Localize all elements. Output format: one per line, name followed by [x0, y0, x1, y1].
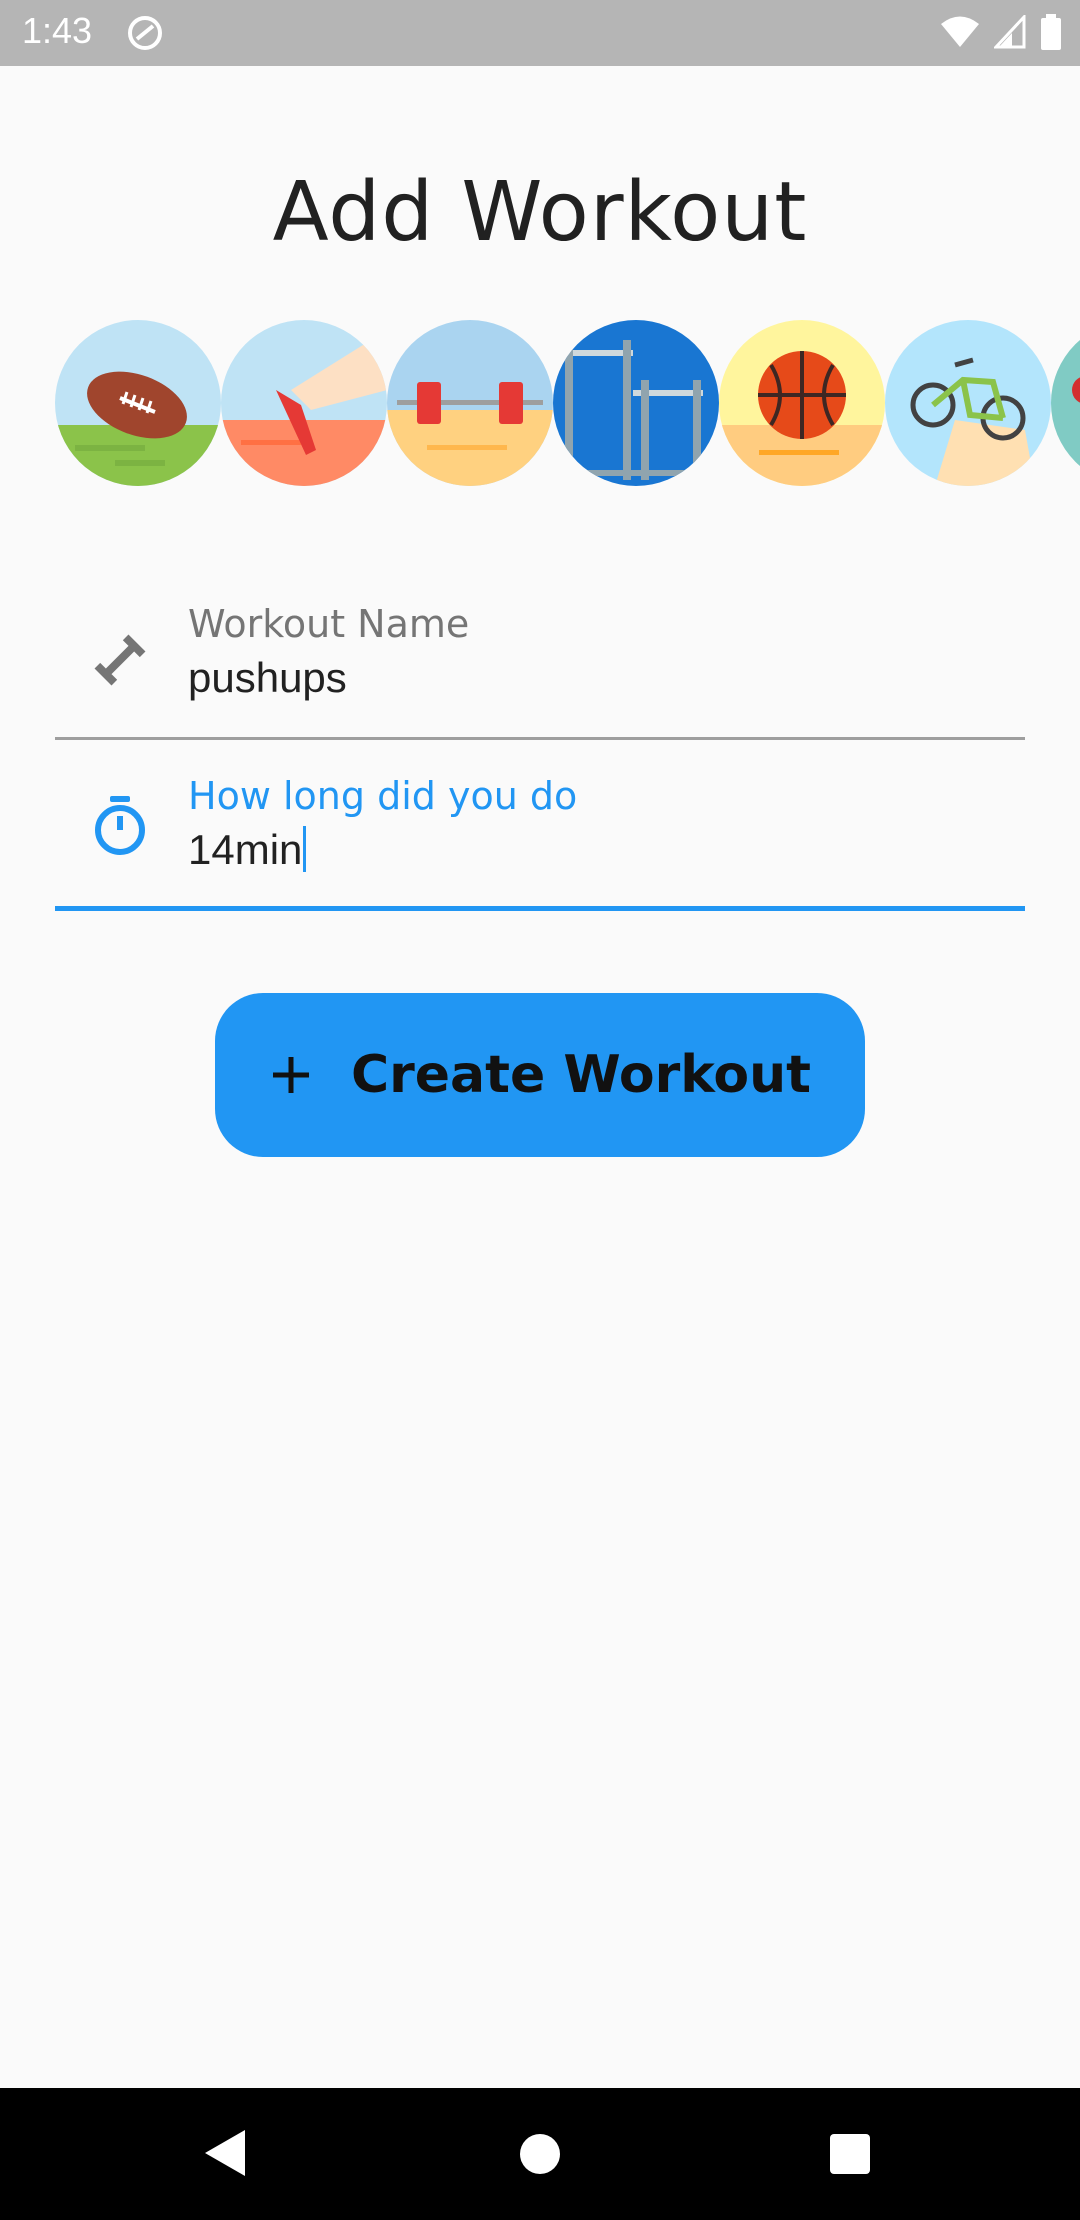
workout-name-label: Workout Name: [188, 602, 470, 646]
activity-cycling[interactable]: [885, 320, 1051, 486]
signal-icon: [994, 15, 1026, 49]
football-icon: [55, 320, 221, 486]
back-icon[interactable]: [203, 2128, 247, 2178]
running-shoe-icon: [221, 320, 387, 486]
barbell-icon: [387, 320, 553, 486]
activity-football[interactable]: [55, 320, 221, 486]
home-icon[interactable]: [518, 2132, 562, 2176]
dumbbell-icon: [94, 634, 146, 686]
activity-running[interactable]: [221, 320, 387, 486]
sync-icon: [128, 16, 162, 50]
activity-more-icon: [1051, 320, 1080, 486]
workout-name-value[interactable]: pushups: [188, 654, 347, 702]
activity-basketball[interactable]: [719, 320, 885, 486]
workout-name-field[interactable]: Workout Name pushups: [55, 590, 1025, 740]
battery-icon: [1041, 14, 1061, 50]
text-cursor: [303, 826, 307, 872]
page-title: Add Workout: [272, 165, 808, 260]
duration-label: How long did you do: [188, 774, 578, 818]
create-workout-button[interactable]: Create Workout: [215, 993, 865, 1157]
workout-name-underline: [55, 737, 1025, 740]
duration-value-wrap[interactable]: 14min: [188, 826, 307, 874]
recents-icon[interactable]: [829, 2133, 871, 2175]
wifi-icon: [941, 16, 979, 47]
duration-underline: [55, 906, 1025, 911]
navigation-bar: [0, 2088, 1080, 2220]
activity-more[interactable]: [1051, 320, 1080, 486]
plus-icon: [272, 1057, 309, 1093]
duration-field[interactable]: How long did you do 14min: [55, 762, 1025, 912]
status-bar: 1:43: [0, 0, 1080, 66]
status-time: 1:43: [22, 10, 93, 51]
basketball-icon: [719, 320, 885, 486]
duration-value[interactable]: 14min: [188, 826, 302, 873]
timer-icon: [95, 796, 145, 855]
activity-picker[interactable]: [55, 320, 1080, 490]
activity-parallel-bars[interactable]: [553, 320, 719, 486]
activity-weightlifting[interactable]: [387, 320, 553, 486]
bicycle-icon: [885, 320, 1051, 486]
parallel-bars-icon: [553, 320, 719, 486]
create-workout-label: Create Workout: [350, 1045, 812, 1105]
